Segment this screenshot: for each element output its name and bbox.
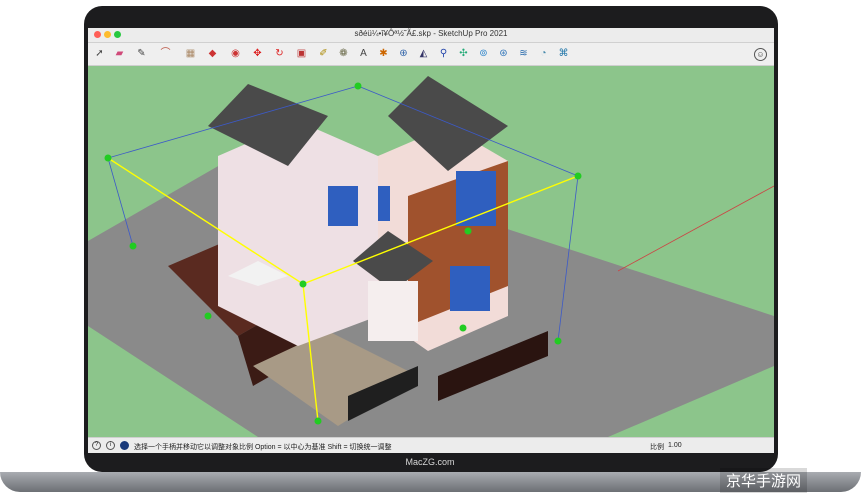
offset-icon[interactable]: ✐ [316,46,331,61]
protractor-icon[interactable]: ◭ [416,46,431,61]
account-icon[interactable]: ☺ [754,48,767,61]
info-icon[interactable]: i [106,441,115,450]
scale-handle[interactable] [314,417,322,425]
window-title: sðéü¼•î¥Ôª½˜Ã£.skp - SketchUp Pro 2021 [354,29,508,38]
scale-handle[interactable] [574,172,582,180]
laptop-brand-text: MacZG.com [405,457,455,467]
axes-icon[interactable]: ✱ [376,46,391,61]
model-viewport[interactable] [88,66,774,437]
arc-icon[interactable]: ⌒ [158,46,173,61]
scale-handle[interactable] [104,154,112,162]
scale-icon[interactable]: ▣ [294,46,309,61]
status-bar: ? i 选择一个手柄并移动它以调整对象比例 Option = 以中心为基准 Sh… [88,437,774,453]
window-arched-left [328,186,358,226]
user-status-icon[interactable] [120,441,129,450]
walk-icon[interactable]: ≋ [516,46,531,61]
paint-bucket-icon[interactable]: ▦ [183,46,198,61]
window-narrow [378,186,390,221]
window-arched-right [456,171,496,226]
section-plane-icon[interactable]: ⌘ [556,46,571,61]
scale-handle[interactable] [354,82,362,90]
title-bar: sðéü¼•î¥Ôª½˜Ã£.skp - SketchUp Pro 2021 [88,28,774,43]
red-axis [617,185,774,272]
scale-handle[interactable] [459,324,467,332]
scale-handle[interactable] [554,337,562,345]
select-icon[interactable]: ➚ [92,46,107,61]
pan-icon[interactable]: ✣ [456,46,471,61]
scale-handle[interactable] [204,312,212,320]
measurement-input[interactable]: 1.00 [668,442,682,449]
follow-me-icon[interactable]: ◉ [228,46,243,61]
model-canvas[interactable] [88,66,774,437]
scale-handle[interactable] [299,280,307,288]
toolbar: ➚ ▰ ✎ ⌒ ▦ ◆ ◉ ✥ ↻ ▣ ✐ ❁ A ✱ ⊕ ◭ ⚲ ✣ ⊚ ⊛ … [88,43,774,66]
watermark-text: 京华手游网 [720,468,808,493]
orbit-icon[interactable]: ⚲ [436,46,451,61]
move-icon[interactable]: ✥ [250,46,265,61]
measurement-label: 比例 [650,444,664,451]
pencil-icon[interactable]: ✎ [134,46,149,61]
app-window: sðéü¼•î¥Ôª½˜Ã£.skp - SketchUp Pro 2021 ➚… [88,28,774,453]
tape-measure-icon[interactable]: ❁ [336,46,351,61]
status-message: 选择一个手柄并移动它以调整对象比例 Option = 以中心为基准 Shift … [134,444,392,451]
zoom-extents-icon[interactable]: ⊛ [496,46,511,61]
eraser-icon[interactable]: ▰ [112,46,127,61]
look-around-icon[interactable]: ◔ [536,46,551,61]
scale-handle[interactable] [129,242,137,250]
push-pull-icon[interactable]: ◆ [205,46,220,61]
window-lower-right [450,266,490,311]
help-icon[interactable]: ? [92,441,101,450]
laptop: sðéü¼•î¥Ôª½˜Ã£.skp - SketchUp Pro 2021 ➚… [0,0,861,500]
porch-entry [368,281,418,341]
scale-handle[interactable] [464,227,472,235]
house-left-wall [218,121,378,346]
rotate-icon[interactable]: ↻ [272,46,287,61]
dimension-icon[interactable]: ⊕ [396,46,411,61]
zoom-icon[interactable]: ⊚ [476,46,491,61]
text-icon[interactable]: A [356,46,371,61]
